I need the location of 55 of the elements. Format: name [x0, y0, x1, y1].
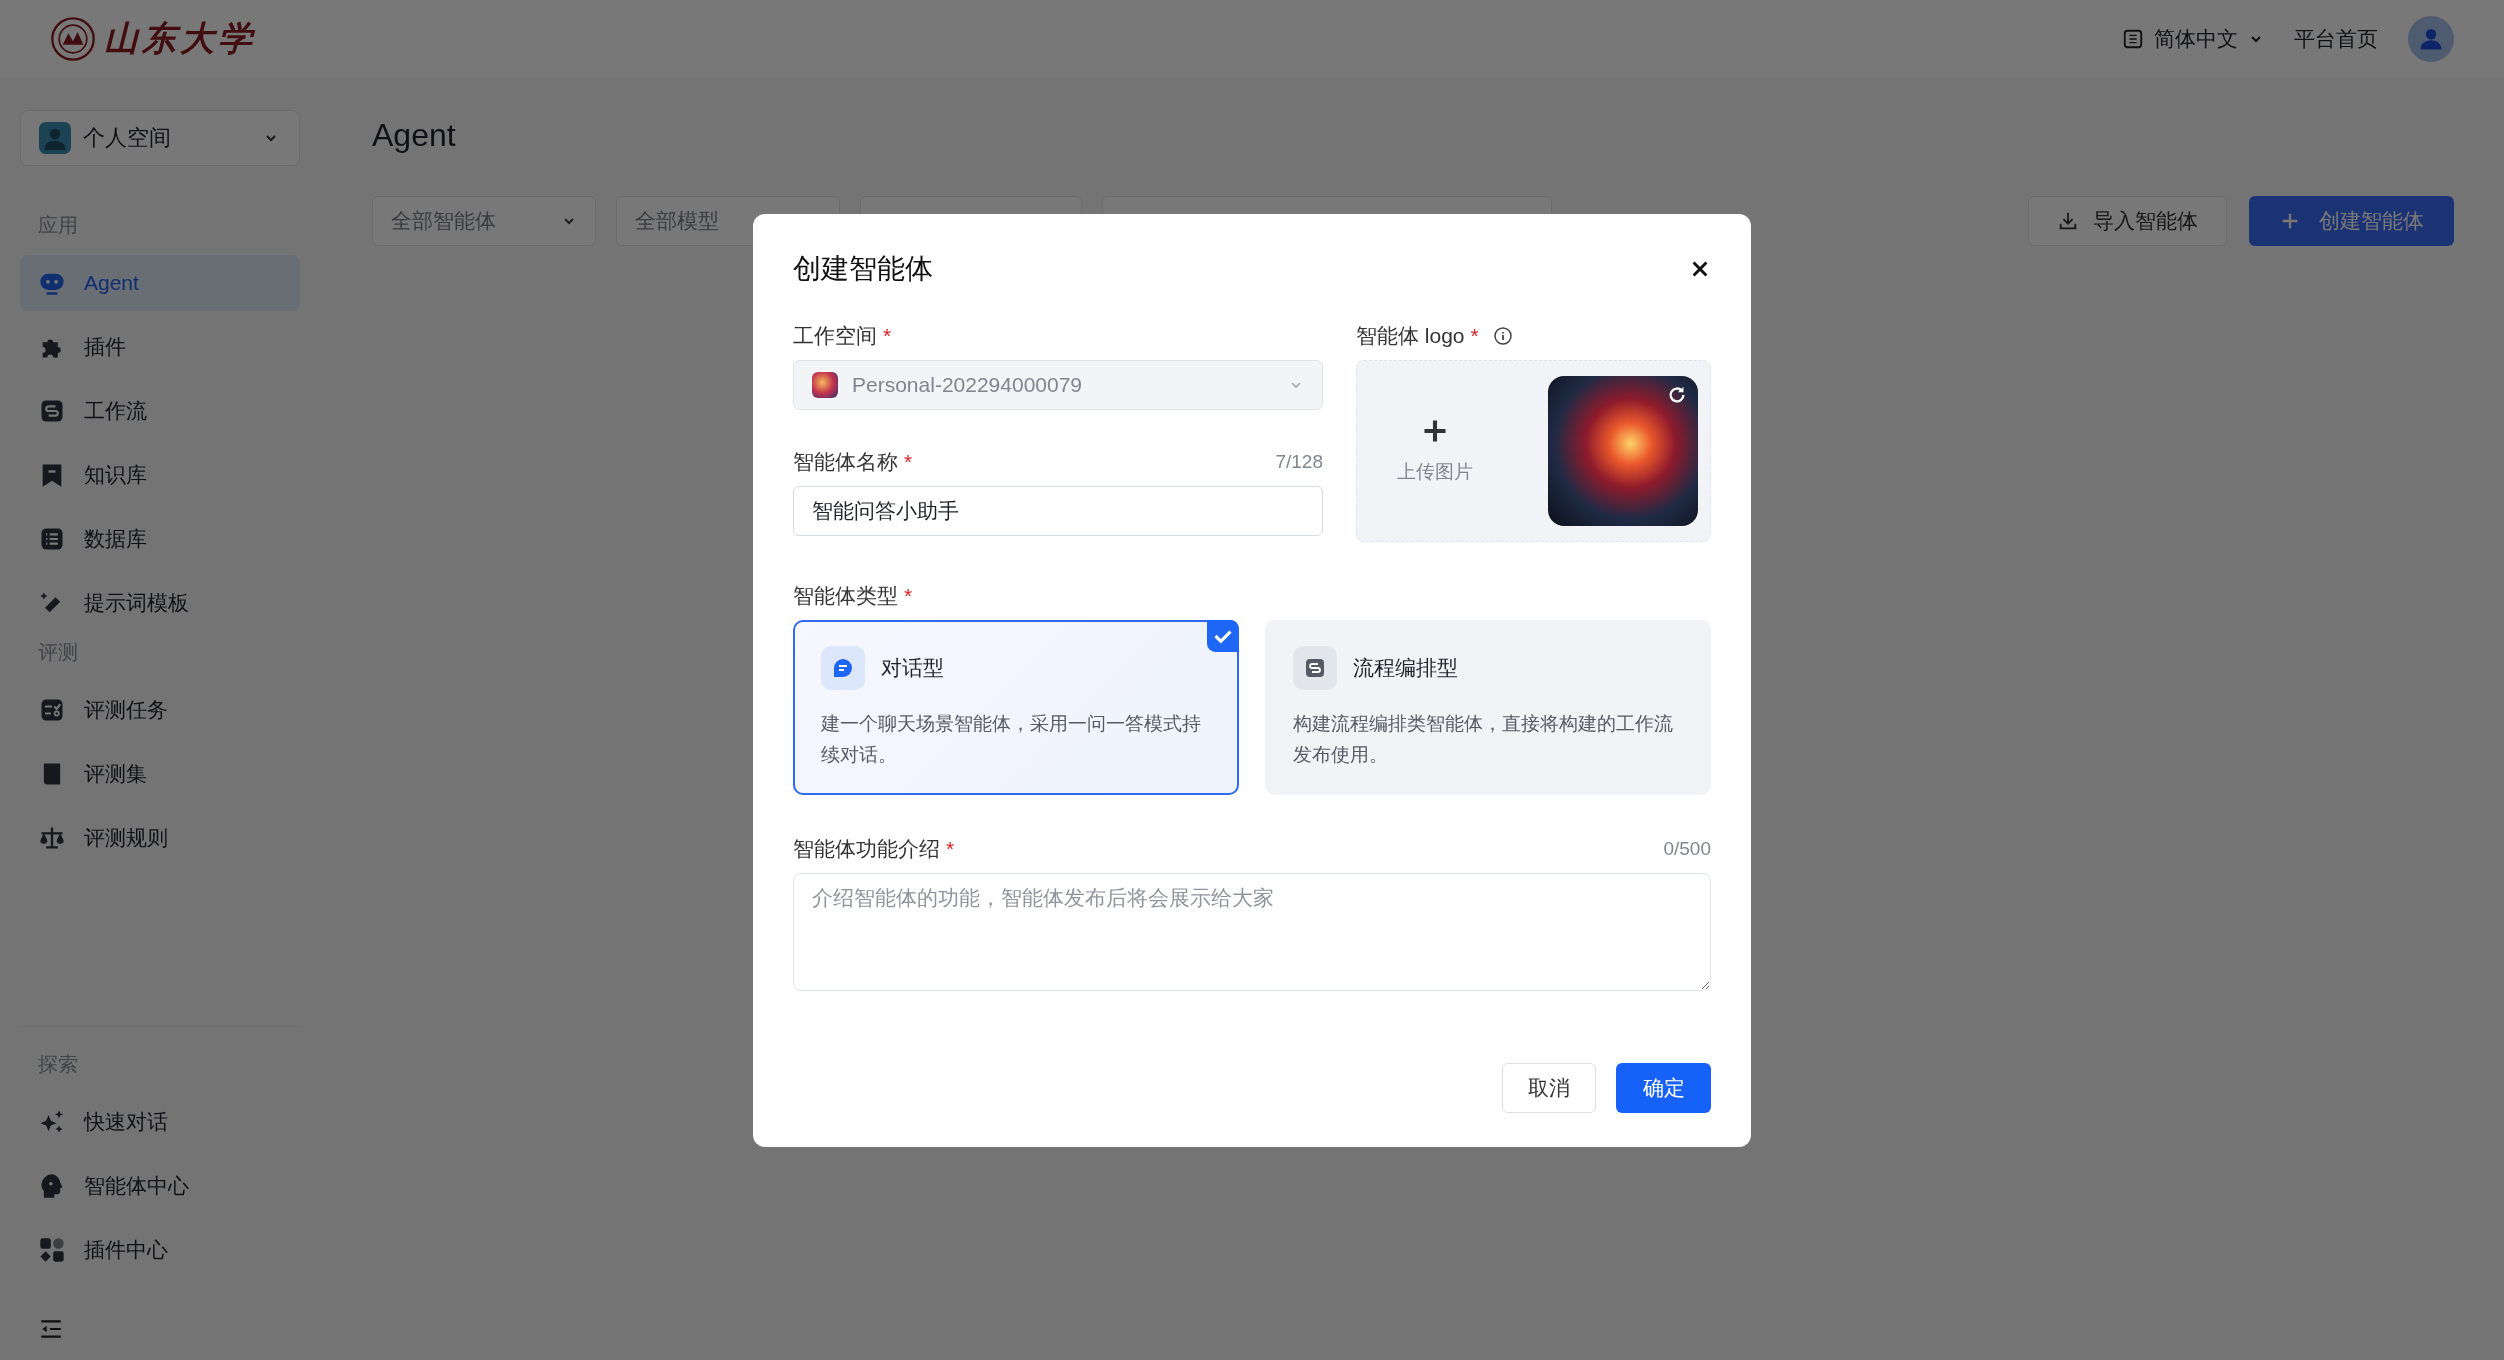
import-button[interactable]: 导入智能体: [2028, 196, 2227, 246]
user-icon: [39, 122, 71, 154]
sidebar-item[interactable]: 提示词模板: [20, 575, 300, 631]
shapes-icon: [38, 1236, 66, 1264]
sidebar-item[interactable]: 数据库: [20, 511, 300, 567]
sidebar-item[interactable]: 知识库: [20, 447, 300, 503]
sidebar-item[interactable]: 快速对话: [20, 1094, 300, 1150]
sidebar-item[interactable]: 评测任务: [20, 682, 300, 738]
required-mark: *: [883, 324, 892, 348]
create-button[interactable]: 创建智能体: [2249, 196, 2454, 246]
field-label: 工作空间: [793, 323, 877, 349]
sidebar-item[interactable]: 评测规则: [20, 810, 300, 866]
agent-type-card[interactable]: 流程编排型 构建流程编排类智能体，直接将构建的工作流发布使用。: [1265, 620, 1711, 795]
dialog-title: 创建智能体: [793, 252, 933, 286]
info-icon[interactable]: [1492, 326, 1513, 346]
download-icon: [2057, 210, 2079, 232]
field-label: 智能体名称: [793, 449, 898, 475]
required-mark: *: [904, 584, 913, 608]
checkmark-icon: [1207, 620, 1239, 652]
required-mark: *: [904, 450, 913, 474]
character-count: 7/128: [1275, 451, 1323, 473]
sidebar-item[interactable]: 插件: [20, 319, 300, 375]
field-label: 智能体 logo: [1356, 323, 1465, 349]
sidebar-item[interactable]: Agent: [20, 255, 300, 311]
filter-dropdown[interactable]: 全部智能体: [372, 196, 596, 246]
required-mark: *: [946, 837, 955, 861]
confirm-button[interactable]: 确定: [1616, 1063, 1711, 1113]
character-count: 0/500: [1663, 838, 1711, 860]
card-description: 构建流程编排类智能体，直接将构建的工作流发布使用。: [1293, 712, 1674, 767]
cancel-button[interactable]: 取消: [1502, 1063, 1596, 1113]
home-link[interactable]: 平台首页: [2294, 24, 2378, 53]
sidebar-item[interactable]: 评测集: [20, 746, 300, 802]
card-description: 建一个聊天场景智能体，采用一问一答模式持续对话。: [821, 712, 1202, 767]
upload-image-button[interactable]: 上传图片: [1397, 417, 1473, 485]
language-icon: [2122, 27, 2144, 50]
language-selector[interactable]: 简体中文: [2122, 24, 2264, 53]
card-title: 流程编排型: [1353, 655, 1458, 681]
university-seal-icon: [50, 15, 96, 62]
sidebar-item[interactable]: 工作流: [20, 383, 300, 439]
required-mark: *: [1470, 324, 1479, 348]
field-label: 智能体功能介绍: [793, 836, 940, 862]
description-textarea[interactable]: 介绍智能体的功能，智能体发布后将会展示给大家: [793, 873, 1711, 991]
logo-text: 山东大学: [104, 18, 256, 59]
avatar-icon[interactable]: [2408, 15, 2454, 62]
workflow-icon: [1293, 646, 1337, 690]
sidebar-item[interactable]: 智能体中心: [20, 1158, 300, 1214]
field-label: 智能体类型: [793, 583, 898, 609]
sidebar-item[interactable]: 插件中心: [20, 1222, 300, 1278]
chat-bubble-icon: [821, 646, 865, 690]
page-title: Agent: [372, 117, 457, 154]
card-title: 对话型: [881, 655, 944, 681]
agent-type-card[interactable]: 对话型 建一个聊天场景智能体，采用一问一答模式持续对话。: [793, 620, 1239, 795]
workspace-selector[interactable]: 个人空间: [20, 110, 300, 166]
workspace-avatar-icon: [812, 372, 838, 398]
name-input[interactable]: 智能问答小助手: [793, 486, 1323, 536]
